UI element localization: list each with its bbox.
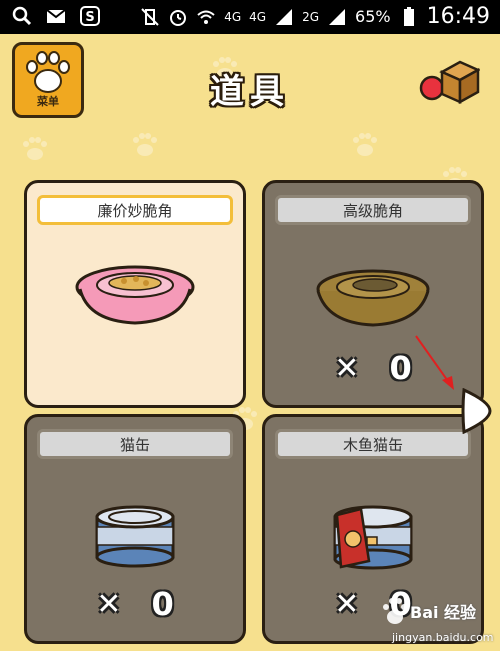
paw-pattern-icon — [23, 137, 47, 160]
watermark-title: Bai 经验 — [410, 603, 477, 622]
s-app-icon: S — [80, 6, 100, 26]
signal-2g-icon — [329, 8, 346, 25]
baidu-paw-logo — [383, 598, 407, 624]
paw-pattern-icon — [133, 133, 157, 156]
signal-4g-label: 4G — [249, 9, 267, 24]
status-bar: S 4G 4G 2G 65% 16:49 — [0, 0, 500, 34]
signal-2g-label: 2G — [302, 9, 320, 24]
battery-percent: 65% — [355, 7, 391, 26]
item-label: 高级脆角 — [275, 195, 471, 225]
signal-icon — [276, 8, 293, 25]
next-page-arrow-button[interactable] — [460, 388, 494, 434]
battery-icon — [403, 6, 414, 26]
mail-icon — [46, 9, 66, 23]
item-quantity: 0 — [389, 349, 412, 387]
bonito-cat-can-icon — [333, 505, 413, 570]
multiply-icon: ✕ — [96, 586, 122, 622]
item-label: 木鱼猫缶 — [275, 429, 471, 459]
annotation-arrow-icon — [415, 335, 454, 390]
item-quantity: 0 — [151, 585, 174, 623]
item-card-cheap-snack[interactable]: 廉价妙脆角 — [24, 180, 246, 408]
item-label: 猫缶 — [37, 429, 233, 459]
multiply-icon: ✕ — [334, 350, 360, 386]
svg-text:S: S — [85, 10, 94, 25]
item-count: ✕ 0 — [27, 585, 243, 623]
search-icon — [12, 6, 32, 26]
pink-food-bowl-icon — [75, 265, 195, 325]
vibrate-mute-icon — [141, 7, 159, 26]
watermark-url: jingyan.baidu.com — [392, 631, 494, 644]
network-type: 4G — [224, 9, 242, 24]
item-label: 廉价妙脆角 — [37, 195, 233, 225]
alarm-icon — [170, 9, 187, 26]
watermark: Bai 经验 jingyan.baidu.com — [370, 595, 500, 651]
clock: 16:49 — [426, 4, 490, 29]
gold-food-bowl-icon — [316, 269, 430, 327]
cat-can-icon — [95, 505, 175, 568]
shop-box-icon[interactable] — [418, 58, 480, 104]
multiply-icon: ✕ — [334, 586, 360, 622]
paw-pattern-icon — [353, 133, 377, 156]
item-card-cat-can[interactable]: 猫缶 ✕ 0 — [24, 414, 246, 644]
wifi-icon — [197, 10, 215, 24]
